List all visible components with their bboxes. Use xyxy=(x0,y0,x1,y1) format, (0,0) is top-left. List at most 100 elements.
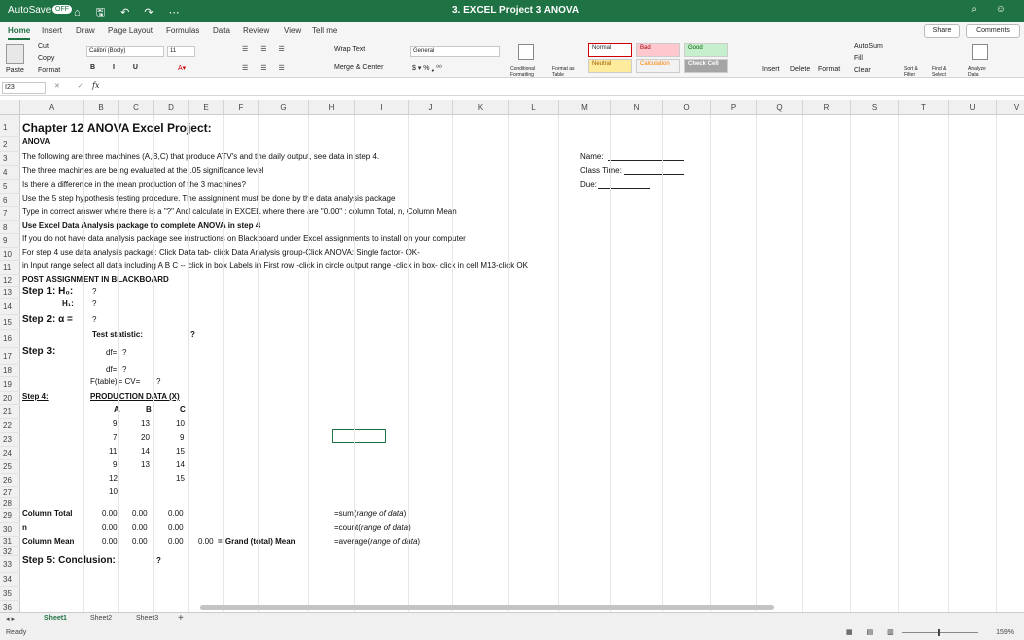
cell-a-5[interactable]: 12 xyxy=(109,474,118,483)
cell-due-label[interactable]: Due: xyxy=(580,180,597,189)
row-header-25[interactable]: 25 xyxy=(0,460,20,474)
style-check-cell[interactable]: Check Cell xyxy=(684,59,728,73)
cell-b-1[interactable]: 13 xyxy=(141,419,150,428)
tab-insert[interactable]: Insert xyxy=(42,26,62,35)
tab-sheet3[interactable]: Sheet3 xyxy=(136,615,158,622)
row-header-20[interactable]: 20 xyxy=(0,392,20,405)
cell-df1-answer[interactable]: ? xyxy=(122,348,126,357)
cell-conclusion-answer[interactable]: ? xyxy=(156,556,161,565)
row-header-6[interactable]: 6 xyxy=(0,194,20,207)
worksheet-grid[interactable]: Chapter 12 ANOVA Excel Project: ANOVA Th… xyxy=(20,115,1024,612)
cell-step4[interactable]: Step 4: xyxy=(22,392,49,401)
column-header-O[interactable]: O xyxy=(663,100,711,115)
clear-button[interactable]: Clear xyxy=(854,67,871,74)
cut-button[interactable]: Cut xyxy=(38,43,49,50)
column-header-F[interactable]: F xyxy=(224,100,259,115)
column-header-U[interactable]: U xyxy=(949,100,997,115)
fx-icon[interactable]: fx xyxy=(92,81,99,90)
zoom-slider[interactable] xyxy=(902,632,978,633)
cell-df1[interactable]: df= xyxy=(106,348,117,357)
row-header-31[interactable]: 31 xyxy=(0,537,20,547)
column-header-G[interactable]: G xyxy=(259,100,309,115)
cell-total-a[interactable]: 0.00 xyxy=(102,509,118,518)
selected-cell-I23[interactable] xyxy=(332,429,386,443)
title-right-icons[interactable]: ⌕ ☺ xyxy=(971,4,1014,15)
column-header-J[interactable]: J xyxy=(409,100,453,115)
cell-A2[interactable]: ANOVA xyxy=(22,137,50,146)
zoom-slider-knob[interactable] xyxy=(938,629,940,636)
row-header-10[interactable]: 10 xyxy=(0,248,20,261)
cell-step3[interactable]: Step 3: xyxy=(22,346,55,357)
cell-mean-c[interactable]: 0.00 xyxy=(168,537,184,546)
cell-a-2[interactable]: 7 xyxy=(113,433,117,442)
column-header-C[interactable]: C xyxy=(119,100,154,115)
cell-a-4[interactable]: 9 xyxy=(113,460,117,469)
row-header-30[interactable]: 30 xyxy=(0,523,20,537)
column-header-P[interactable]: P xyxy=(711,100,757,115)
cell-total-c[interactable]: 0.00 xyxy=(168,509,184,518)
tab-view[interactable]: View xyxy=(284,26,301,35)
analyze-data-icon[interactable] xyxy=(972,44,988,60)
autosave-toggle[interactable]: OFF xyxy=(52,5,72,14)
cell-n[interactable]: n xyxy=(22,523,27,532)
row-header-23[interactable]: 23 xyxy=(0,433,20,447)
cell-A3[interactable]: The following are three machines (A,B,C)… xyxy=(22,152,379,161)
cell-alpha-answer[interactable]: ? xyxy=(92,315,96,324)
sort-filter-button[interactable]: Sort & Filter xyxy=(904,66,928,78)
cell-a-3[interactable]: 11 xyxy=(109,447,117,456)
cell-A10[interactable]: For step 4 use data analysis package: Cl… xyxy=(22,248,420,257)
format-as-table-label[interactable]: Format as Table xyxy=(552,66,582,78)
cell-mean-b[interactable]: 0.00 xyxy=(132,537,148,546)
tab-page-layout[interactable]: Page Layout xyxy=(108,26,153,35)
fill-button[interactable]: Fill xyxy=(854,55,863,62)
cell-cv-answer[interactable]: ? xyxy=(156,377,160,386)
cell-A4[interactable]: The three machines are being evaluated a… xyxy=(22,166,263,175)
cell-column-total[interactable]: Column Total xyxy=(22,509,73,518)
cell-c-2[interactable]: 9 xyxy=(180,433,184,442)
cell-A6[interactable]: Use the 5 step hypothesis testing proced… xyxy=(22,194,395,203)
row-header-7[interactable]: 7 xyxy=(0,207,20,221)
cell-h1-label[interactable]: H₁: xyxy=(62,299,74,308)
row-header-33[interactable]: 33 xyxy=(0,556,20,573)
cell-step1[interactable]: Step 1: H₀: xyxy=(22,286,73,297)
cell-c-4[interactable]: 14 xyxy=(176,460,185,469)
style-calculation[interactable]: Calculation xyxy=(636,59,680,73)
merge-center-button[interactable]: Merge & Center xyxy=(334,64,383,71)
column-header-L[interactable]: L xyxy=(509,100,559,115)
font-size-select[interactable]: 11 xyxy=(167,46,195,57)
conditional-formatting-icon[interactable] xyxy=(518,44,534,60)
wrap-text-button[interactable]: Wrap Text xyxy=(334,46,365,53)
cell-test-stat-answer[interactable]: ? xyxy=(190,330,195,339)
row-header-26[interactable]: 26 xyxy=(0,474,20,487)
share-button[interactable]: Share xyxy=(924,24,960,38)
sheet-nav-icons[interactable]: ◂ ▸ xyxy=(6,615,15,623)
paste-label[interactable]: Paste xyxy=(6,67,24,74)
column-header-M[interactable]: M xyxy=(559,100,611,115)
style-bad[interactable]: Bad xyxy=(636,43,680,57)
row-header-17[interactable]: 17 xyxy=(0,348,20,365)
row-header-21[interactable]: 21 xyxy=(0,405,20,419)
cell-a-6[interactable]: 10 xyxy=(109,487,118,496)
insert-cells-button[interactable]: Insert xyxy=(762,66,780,73)
cell-b-3[interactable]: 14 xyxy=(141,447,150,456)
column-header-B[interactable]: B xyxy=(84,100,119,115)
style-neutral[interactable]: Neutral xyxy=(588,59,632,73)
column-header-V[interactable]: V xyxy=(997,100,1024,115)
tab-sheet1[interactable]: Sheet1 xyxy=(44,615,67,622)
cell-col-b-header[interactable]: B xyxy=(146,405,152,414)
formula-cancel-confirm-icons[interactable]: ✕ ✓ xyxy=(54,82,92,90)
cell-class-time-label[interactable]: Class Time: xyxy=(580,166,622,175)
column-header-H[interactable]: H xyxy=(309,100,355,115)
autosave-label[interactable]: AutoSave xyxy=(8,5,51,16)
horizontal-scrollbar[interactable] xyxy=(200,605,774,610)
column-header-I[interactable]: I xyxy=(355,100,409,115)
cell-production-data[interactable]: PRODUCTION DATA (X) xyxy=(90,392,180,401)
row-header-34[interactable]: 34 xyxy=(0,573,20,587)
cell-df2[interactable]: df= xyxy=(106,365,117,374)
number-format-select[interactable]: General xyxy=(410,46,500,57)
cell-A12[interactable]: POST ASSIGNMENT IN BLACKBOARD xyxy=(22,275,169,284)
cell-n-c[interactable]: 0.00 xyxy=(168,523,184,532)
cell-A1[interactable]: Chapter 12 ANOVA Excel Project: xyxy=(22,121,212,135)
row-header-11[interactable]: 11 xyxy=(0,261,20,275)
bold-italic-underline-buttons[interactable]: B I U xyxy=(90,64,146,71)
